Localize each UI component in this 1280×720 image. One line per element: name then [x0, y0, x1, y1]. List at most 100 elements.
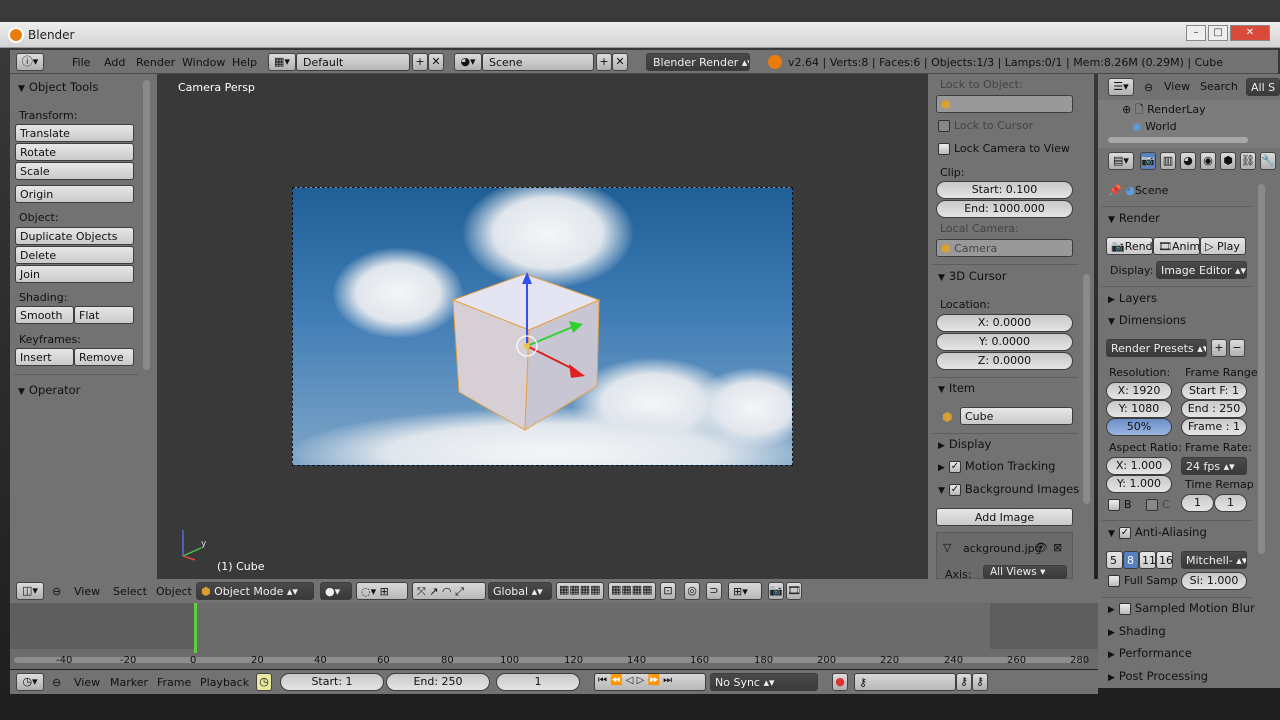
clip-end-field[interactable]: End: 1000.000: [936, 200, 1073, 218]
pin-icon[interactable]: 📌: [1108, 184, 1122, 197]
menu-render[interactable]: Render: [136, 56, 175, 69]
shading-header[interactable]: ▶ Shading: [1108, 624, 1166, 638]
delete-scene-icon[interactable]: ✕: [612, 53, 628, 71]
playback-controls[interactable]: ⏮ ⏪ ◁ ▷ ⏩ ⏭: [594, 673, 706, 691]
aspect-x-field[interactable]: X: 1.000: [1106, 457, 1172, 475]
time-remap-old-field[interactable]: 1: [1181, 494, 1214, 512]
properties-editor-icon[interactable]: ▤▾: [1108, 152, 1134, 170]
timeline-area[interactable]: [10, 603, 1098, 669]
flat-button[interactable]: Flat: [74, 306, 134, 324]
render-panel-header[interactable]: ▼ Render: [1108, 211, 1160, 225]
collapse-bg-image-icon[interactable]: ▽: [943, 541, 951, 554]
start-frame-field[interactable]: Start F: 1: [1181, 382, 1247, 400]
outliner-scrollbar[interactable]: [1108, 137, 1248, 143]
tool-shelf-scrollbar[interactable]: [143, 80, 150, 370]
screen-layout-icon[interactable]: ▦▾: [268, 53, 296, 71]
scale-button[interactable]: Scale: [15, 162, 134, 180]
delete-button[interactable]: Delete: [15, 246, 134, 264]
filter-size-field[interactable]: Si: 1.000: [1181, 572, 1247, 590]
lock-to-cursor-checkbox[interactable]: Lock to Cursor: [938, 119, 1033, 132]
scene-icon[interactable]: ◕▾: [454, 53, 482, 71]
aa-samples-8[interactable]: 8: [1123, 551, 1139, 569]
constraints-tab-icon[interactable]: ⛓: [1240, 152, 1256, 170]
opengl-render-image-icon[interactable]: 📷: [768, 582, 784, 600]
properties-editor-scrollbar[interactable]: [1258, 184, 1265, 554]
full-sample-checkbox[interactable]: Full Samp: [1108, 574, 1178, 587]
timeline-end-field[interactable]: End: 250: [386, 673, 490, 691]
timeline-view-menu[interactable]: View: [74, 676, 100, 689]
menu-help[interactable]: Help: [232, 56, 257, 69]
add-scene-icon[interactable]: +: [596, 53, 612, 71]
aa-samples-11[interactable]: 11: [1139, 551, 1156, 569]
timeline-start-field[interactable]: Start: 1: [280, 673, 384, 691]
insert-keyframe-button[interactable]: Insert: [15, 348, 74, 366]
3d-cursor-header[interactable]: ▼ 3D Cursor: [938, 269, 1007, 283]
clip-start-field[interactable]: Start: 0.100: [936, 181, 1073, 199]
close-window-button[interactable]: ✕: [1230, 25, 1270, 41]
viewport-shading-select[interactable]: ●▾: [320, 582, 352, 600]
object-tools-header[interactable]: ▼ Object Tools: [18, 80, 98, 94]
display-header[interactable]: ▶ Display: [938, 437, 991, 451]
render-engine-select[interactable]: Blender Render ▴▾: [646, 53, 750, 71]
aspect-y-field[interactable]: Y: 1.000: [1106, 475, 1172, 493]
rotate-button[interactable]: Rotate: [15, 143, 134, 161]
aa-samples-5[interactable]: 5: [1106, 551, 1123, 569]
add-layout-icon[interactable]: +: [412, 53, 428, 71]
aa-samples-16[interactable]: 16: [1156, 551, 1173, 569]
cursor-y-field[interactable]: Y: 0.0000: [936, 333, 1073, 351]
snap-element-select[interactable]: ⊞▾: [728, 582, 762, 600]
transform-orientation-select[interactable]: Global ▴▾: [488, 582, 552, 600]
scene-layers-grid-b[interactable]: ▦▦▦▦: [608, 582, 656, 600]
frame-step-field[interactable]: Frame : 1: [1181, 418, 1247, 436]
collapse-menu-icon[interactable]: ⊖: [52, 676, 61, 689]
sampled-motion-blur-header[interactable]: ▶ Sampled Motion Blur: [1108, 601, 1255, 615]
outliner-search-menu[interactable]: Search: [1200, 80, 1238, 93]
lock-object-field[interactable]: ⬢: [936, 95, 1073, 113]
cursor-x-field[interactable]: X: 0.0000: [936, 314, 1073, 332]
delete-keyframe-icon[interactable]: ⚷: [972, 673, 988, 691]
modifiers-tab-icon[interactable]: 🔧: [1260, 152, 1276, 170]
layers-header[interactable]: ▶ Layers: [1108, 291, 1157, 305]
viewport-object-menu[interactable]: Object: [156, 585, 192, 598]
item-name-field[interactable]: Cube: [960, 407, 1073, 425]
collapse-menu-icon[interactable]: ⊖: [1144, 81, 1153, 94]
keying-set-field[interactable]: ⚷: [854, 673, 956, 691]
resolution-x-field[interactable]: X: 1920: [1106, 382, 1172, 400]
object-tab-icon[interactable]: ⬢: [1220, 152, 1236, 170]
join-button[interactable]: Join: [15, 265, 134, 283]
frame-rate-select[interactable]: 24 fps ▴▾: [1181, 457, 1247, 475]
duplicate-objects-button[interactable]: Duplicate Objects: [15, 227, 134, 245]
current-frame-field[interactable]: 1: [496, 673, 580, 691]
render-image-button[interactable]: 📷Rende: [1106, 237, 1153, 255]
performance-header[interactable]: ▶ Performance: [1108, 646, 1192, 660]
editor-type-timeline-icon[interactable]: ◷▾: [16, 673, 44, 691]
delete-layout-icon[interactable]: ✕: [428, 53, 444, 71]
menu-add[interactable]: Add: [104, 56, 125, 69]
scene-layers-grid-a[interactable]: ▦▦▦▦: [556, 582, 604, 600]
timeline-frame-menu[interactable]: Frame: [157, 676, 191, 689]
minimize-button[interactable]: –: [1186, 25, 1206, 41]
remove-bg-image-icon[interactable]: ⊠: [1053, 541, 1062, 554]
anti-aliasing-header[interactable]: ▼ ✓ Anti-Aliasing: [1108, 525, 1207, 539]
cursor-z-field[interactable]: Z: 0.0000: [936, 352, 1073, 370]
resolution-percentage-slider[interactable]: 50%: [1106, 418, 1172, 436]
editor-type-info-icon[interactable]: ⓘ▾: [16, 53, 44, 71]
lock-camera-to-view-checkbox[interactable]: Lock Camera to View: [938, 142, 1070, 155]
dimensions-header[interactable]: ▼ Dimensions: [1108, 313, 1186, 327]
display-select[interactable]: Image Editor ▴▾: [1156, 261, 1247, 279]
proportional-edit-icon[interactable]: ◎: [684, 582, 700, 600]
lock-layers-icon[interactable]: ⊡: [660, 582, 676, 600]
translate-button[interactable]: Translate: [15, 124, 134, 142]
menu-file[interactable]: File: [72, 56, 90, 69]
viewport-view-menu[interactable]: View: [74, 585, 100, 598]
world-tab-icon[interactable]: ◉: [1200, 152, 1216, 170]
remove-keyframe-button[interactable]: Remove: [74, 348, 134, 366]
origin-button[interactable]: Origin: [15, 185, 134, 203]
item-header[interactable]: ▼ Item: [938, 381, 975, 395]
collapse-menu-icon[interactable]: ⊖: [52, 585, 61, 598]
play-animation-button[interactable]: ▷ Play: [1200, 237, 1246, 255]
add-image-button[interactable]: Add Image: [936, 508, 1073, 526]
scene-tab-icon[interactable]: ◕: [1180, 152, 1196, 170]
cube-mesh[interactable]: [293, 188, 793, 466]
render-layers-tab-icon[interactable]: ▥: [1160, 152, 1176, 170]
